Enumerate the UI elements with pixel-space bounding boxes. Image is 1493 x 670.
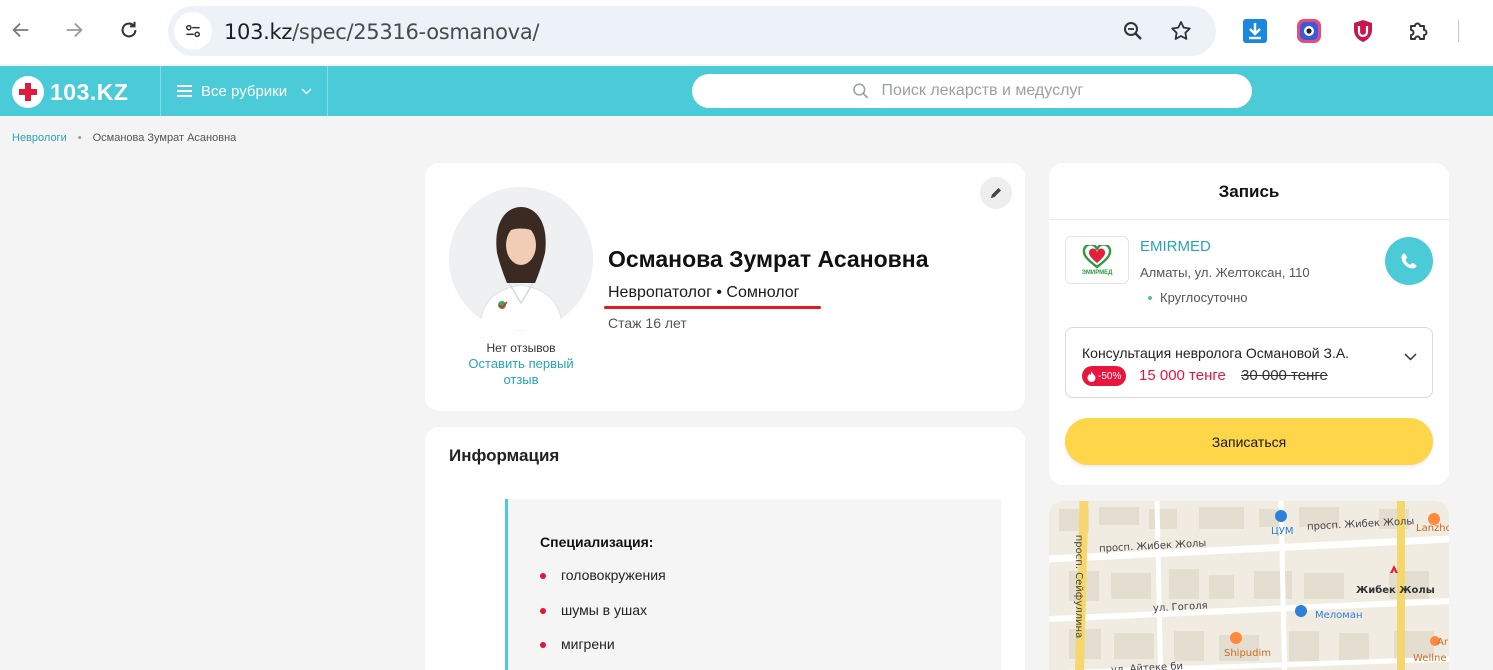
flame-icon <box>1087 370 1096 382</box>
specialization-item: головокружения <box>561 567 666 583</box>
doctor-profile-card: Нет отзывов Оставить первый отзыв Османо… <box>425 163 1025 411</box>
breadcrumb-separator: • <box>77 132 82 144</box>
annotation-underline <box>604 306 821 309</box>
bookmark-button[interactable] <box>1168 18 1194 44</box>
pencil-icon <box>991 188 1001 198</box>
downloads-button[interactable] <box>1241 17 1269 45</box>
tune-icon <box>186 24 200 38</box>
breadcrumb-current: Османова Зумрат Асановна <box>92 132 237 144</box>
reload-icon <box>121 21 137 38</box>
map-poi-label: ЦУМ <box>1271 526 1294 537</box>
all-rubrics-menu[interactable]: Все рубрики <box>160 66 328 116</box>
url-host: 103.kz <box>224 20 293 44</box>
search-icon <box>853 83 869 99</box>
ublock-extension[interactable] <box>1349 17 1377 45</box>
information-title: Информация <box>449 446 560 465</box>
clinic-logo-text: ЭМИРМЕД <box>1081 269 1113 276</box>
url-path: /spec/25316-osmanova/ <box>292 20 540 44</box>
arrow-right-icon <box>66 22 83 38</box>
header-divider <box>327 66 328 116</box>
star-icon <box>1171 21 1191 40</box>
reviews-status: Нет отзывов <box>486 341 556 355</box>
arrow-left-icon <box>12 22 29 38</box>
map-poi-label: Wellne <box>1413 653 1447 664</box>
clinic-name-link[interactable]: EMIRMED <box>1140 238 1211 255</box>
map-metro-label: Жибек Жолы <box>1356 585 1435 596</box>
screen-capture-extension[interactable] <box>1295 17 1323 45</box>
map-poi-label: Меломан <box>1315 610 1363 621</box>
forward-button[interactable] <box>56 12 92 48</box>
extensions-button[interactable] <box>1404 17 1432 45</box>
call-button[interactable] <box>1385 237 1433 285</box>
clinic-logo[interactable]: ЭМИРМЕД <box>1065 236 1129 284</box>
doctor-specialties[interactable]: Невропатолог • Сомнолог <box>608 284 799 302</box>
breadcrumb-link-neurologists[interactable]: Неврологи <box>12 132 67 144</box>
hamburger-icon <box>177 85 192 97</box>
booking-divider <box>1049 219 1449 220</box>
back-button[interactable] <box>3 12 39 48</box>
medical-cross-icon <box>12 76 44 108</box>
discount-badge: -50% <box>1082 366 1127 386</box>
specialization-label: Специализация: <box>540 534 654 550</box>
chevron-down-icon <box>301 88 312 94</box>
specialization-item: мигрени <box>561 636 615 652</box>
price-old: 30 000 тенге <box>1241 367 1328 384</box>
clinic-hours: Круглосуточно <box>1148 290 1248 305</box>
logo-text: 103.KZ <box>50 78 129 105</box>
browser-toolbar: 103.kz/spec/25316-osmanova/ <box>0 0 1493 64</box>
zoom-icon <box>1124 22 1142 40</box>
list-item: мигрени <box>540 636 666 670</box>
bullet-icon <box>540 642 546 648</box>
heart-logo-icon <box>1082 244 1112 269</box>
clinic-map[interactable]: просп. Жибек Жолы просп. Жибек Жолы прос… <box>1049 501 1449 670</box>
all-rubrics-label: Все рубрики <box>201 82 288 100</box>
download-icon <box>1243 19 1267 43</box>
doctor-avatar <box>449 187 593 331</box>
zoom-button[interactable] <box>1120 18 1146 44</box>
address-bar[interactable]: 103.kz/spec/25316-osmanova/ <box>168 6 1216 56</box>
map-street-label: просп. Сейфуллина <box>1073 534 1085 639</box>
site-info-button[interactable] <box>174 12 212 50</box>
specialization-list: головокружения шумы в ушах мигрени <box>540 567 666 670</box>
booking-card: Запись ЭМИРМЕД EMIRMED Алматы, ул. Желто… <box>1049 163 1449 485</box>
price-new: 15 000 тенге <box>1139 367 1226 384</box>
status-dot-icon <box>1148 295 1152 300</box>
discount-text: -50% <box>1098 370 1122 382</box>
specialization-box: Специализация: головокружения шумы в уша… <box>505 499 1001 670</box>
booking-title: Запись <box>1218 182 1280 201</box>
map-poi-label: Lanzho <box>1416 523 1449 534</box>
toolbar-divider <box>1458 20 1459 42</box>
clinic-address: Алматы, ул. Желтоксан, 110 <box>1140 265 1310 280</box>
edit-button[interactable] <box>980 177 1012 209</box>
bullet-icon <box>540 573 546 579</box>
bullet-icon <box>540 607 546 614</box>
camera-lens-icon <box>1297 19 1321 43</box>
shield-icon <box>1354 20 1372 42</box>
chevron-down-icon <box>1404 353 1417 361</box>
clinic-hours-text: Круглосуточно <box>1160 290 1248 305</box>
site-logo[interactable]: 103.KZ <box>12 76 128 108</box>
breadcrumb: Неврологи • Османова Зумрат Асановна <box>12 132 236 144</box>
map-poi-label: Shipudim <box>1224 648 1272 659</box>
reload-button[interactable] <box>111 12 147 48</box>
information-card: Информация Специализация: головокружения… <box>425 427 1025 670</box>
service-select[interactable]: Консультация невролога Османовой З.А. -5… <box>1065 327 1433 398</box>
book-appointment-button[interactable]: Записаться <box>1065 418 1433 465</box>
doctor-experience: Стаж 16 лет <box>608 315 687 331</box>
leave-first-review-link[interactable]: Оставить первый отзыв <box>463 356 579 388</box>
list-item: головокружения <box>540 567 666 602</box>
puzzle-icon <box>1410 22 1428 40</box>
specialization-item: шумы в ушах <box>561 601 647 618</box>
list-item: шумы в ушах <box>540 602 666 637</box>
phone-icon <box>1401 253 1417 269</box>
doctor-name: Османова Зумрат Асановна <box>608 246 929 272</box>
url-text[interactable]: 103.kz/spec/25316-osmanova/ <box>224 20 539 44</box>
site-search[interactable] <box>692 74 1252 108</box>
search-input[interactable] <box>881 82 1252 100</box>
service-name: Консультация невролога Османовой З.А. <box>1082 345 1350 361</box>
map-poi-label: Ar <box>1437 637 1448 648</box>
